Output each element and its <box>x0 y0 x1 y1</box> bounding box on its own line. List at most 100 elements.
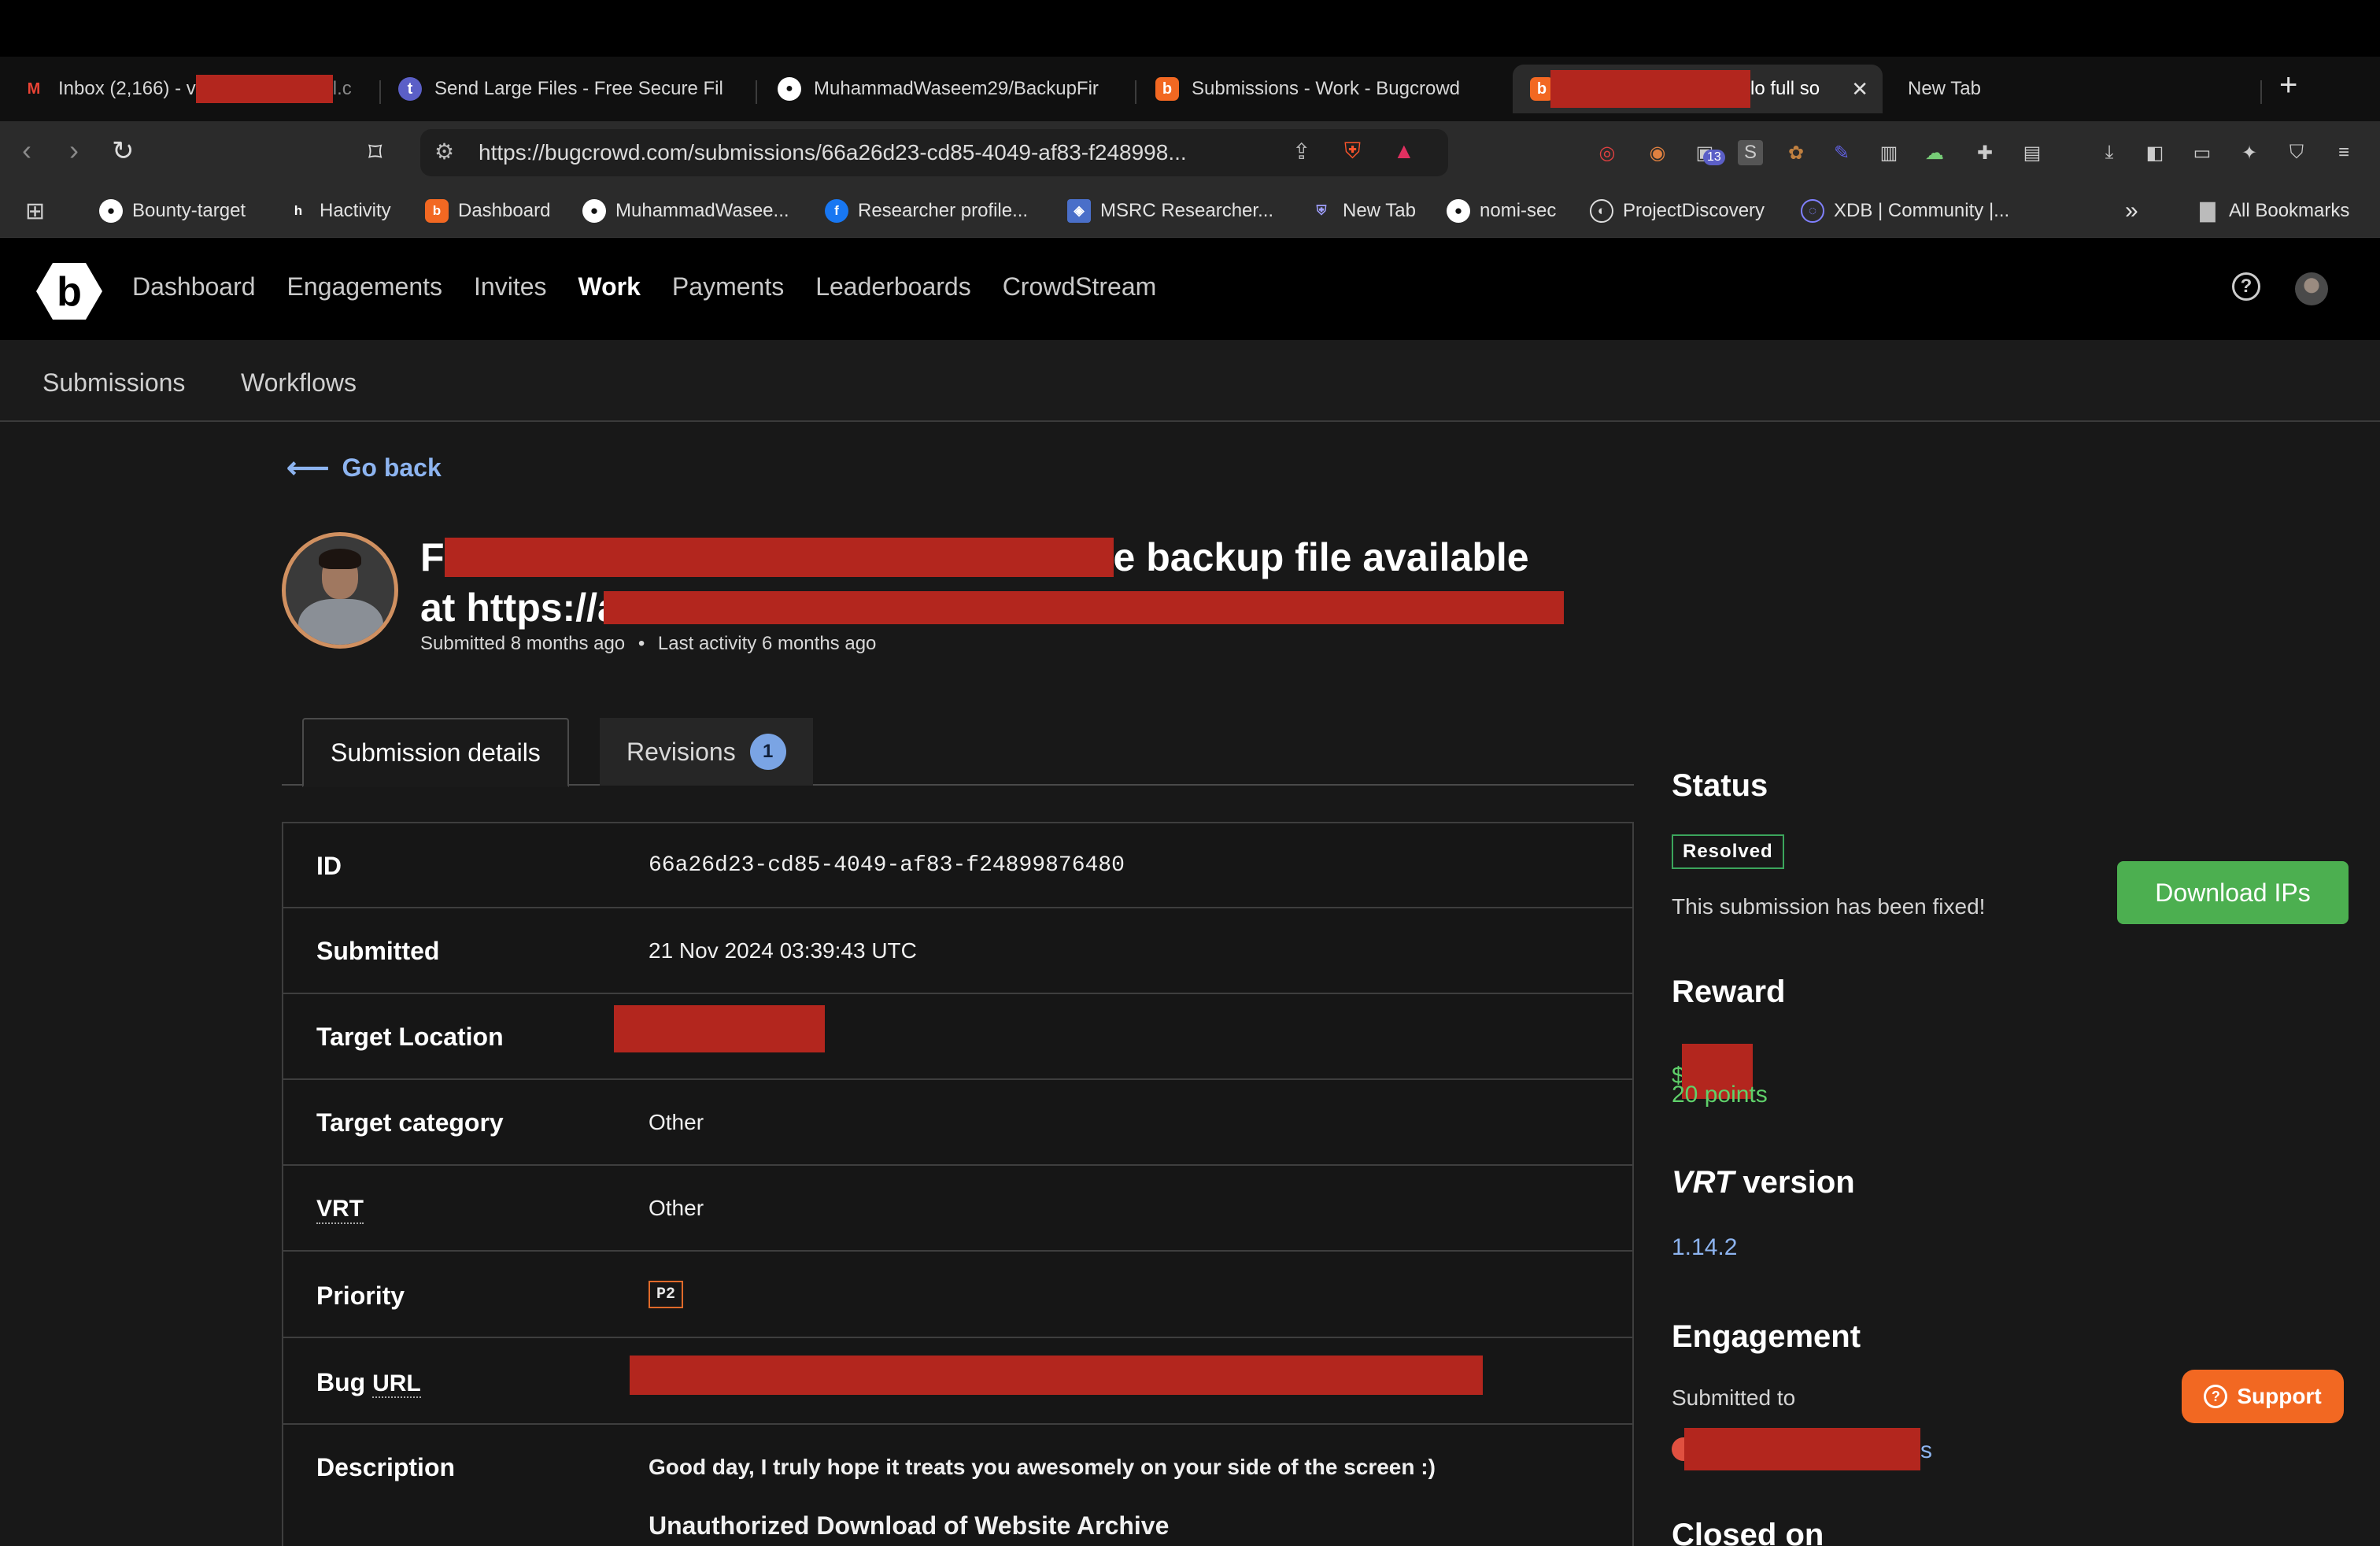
main-nav: Dashboard Engagements Invites Work Payme… <box>132 272 1156 301</box>
detail-row-target-location: Target Location <box>283 994 1632 1080</box>
forward-arrow-icon[interactable]: › <box>69 134 79 167</box>
detail-label: Priority <box>316 1282 405 1310</box>
nav-engagements[interactable]: Engagements <box>287 272 442 301</box>
submitted-to-label: Submitted to <box>1672 1385 1796 1410</box>
bookmark-label: Hactivity <box>320 200 391 221</box>
extension-icon[interactable]: ◉ <box>1645 140 1670 165</box>
tab-strip: M Inbox (2,166) - v l.c t Send Large Fil… <box>0 57 2380 121</box>
bugcrowd-logo[interactable]: b <box>36 261 102 321</box>
nav-dashboard[interactable]: Dashboard <box>132 272 256 301</box>
bookmark-item[interactable]: f Researcher profile... <box>825 197 1028 225</box>
user-avatar[interactable] <box>2295 272 2328 305</box>
brave-rewards-icon[interactable]: ▲ <box>1393 139 1415 164</box>
bookmark-label: Researcher profile... <box>858 200 1029 221</box>
apps-grid-icon[interactable]: ⊞ <box>25 197 45 225</box>
tab-send-large-files[interactable]: t Send Large Files - Free Secure Fil <box>398 65 738 113</box>
engagement-link[interactable]: s <box>1672 1428 1932 1470</box>
nav-payments[interactable]: Payments <box>672 272 784 301</box>
tab-new-tab[interactable]: New Tab <box>1908 65 2223 113</box>
go-back-label: Go back <box>342 453 442 482</box>
share-icon[interactable]: ⇪ <box>1292 139 1310 165</box>
leo-ai-icon[interactable]: ✦ <box>2237 140 2262 165</box>
tab-current[interactable]: b lo full so ✕ <box>1513 65 1883 113</box>
bookmark-item[interactable]: ● nomi-sec <box>1447 197 1556 225</box>
bookmark-label: nomi-sec <box>1480 200 1557 221</box>
reload-icon[interactable]: ↻ <box>112 135 135 167</box>
vpn-shield-icon[interactable]: ⛉ <box>2284 140 2309 165</box>
tab-label: Inbox (2,166) - v <box>58 78 196 99</box>
researcher-avatar[interactable] <box>282 532 398 649</box>
bookmark-item[interactable]: b Dashboard <box>425 197 550 225</box>
bookmark-item[interactable]: h Hactivity <box>286 197 391 225</box>
new-tab-plus-icon[interactable]: + <box>2279 68 2297 103</box>
bookmark-icon[interactable]: ⌑ <box>368 137 382 168</box>
download-ips-button[interactable]: Download IPs <box>2117 861 2349 924</box>
download-icon[interactable]: ⤓ <box>2097 140 2122 165</box>
more-bookmarks-chevron-icon[interactable]: » <box>2125 197 2138 225</box>
vrt-version-heading: VRT version <box>1672 1165 1855 1200</box>
browser-toolbar: ‹ › ↻ ⌑ ⚙ https://bugcrowd.com/submissio… <box>0 121 2380 184</box>
nav-leaderboards[interactable]: Leaderboards <box>815 272 970 301</box>
extension-badge: 13 <box>1703 150 1725 165</box>
extension-icon[interactable]: ✎ <box>1829 140 1854 165</box>
tab-github-backup[interactable]: ● MuhammadWaseem29/BackupFir <box>778 65 1118 113</box>
bugcrowd-icon: b <box>1155 77 1179 101</box>
site-settings-icon[interactable]: ⚙ <box>434 139 454 165</box>
bookmark-item[interactable]: ◈ MSRC Researcher... <box>1067 197 1273 225</box>
trash-icon[interactable]: ▥ <box>1876 140 1901 165</box>
tab-label-suffix: l.c <box>332 78 352 99</box>
nav-crowdstream[interactable]: CrowdStream <box>1003 272 1157 301</box>
tab-submission-details[interactable]: Submission details <box>302 718 569 787</box>
tab-separator <box>2260 80 2262 104</box>
url-text[interactable]: https://bugcrowd.com/submissions/66a26d2… <box>479 140 1187 165</box>
all-bookmarks[interactable]: ▇ All Bookmarks <box>2196 197 2350 225</box>
bookmark-label: MuhammadWasee... <box>615 200 789 221</box>
nav-work[interactable]: Work <box>578 272 641 301</box>
address-bar[interactable]: ⚙ https://bugcrowd.com/submissions/66a26… <box>420 129 1448 176</box>
arrow-left-icon: ⟵ <box>286 452 330 485</box>
extension-icon[interactable]: ☁ <box>1922 140 1947 165</box>
menu-icon[interactable]: ≡ <box>2331 140 2356 165</box>
avatar-body <box>298 599 383 645</box>
go-back-link[interactable]: ⟵ Go back <box>286 450 442 486</box>
extension-badge-icon[interactable]: 13▣ <box>1692 140 1725 165</box>
back-arrow-icon[interactable]: ‹ <box>22 134 31 167</box>
bookmark-item[interactable]: ● Bounty-target <box>99 197 246 225</box>
github-icon: ● <box>582 199 606 223</box>
bookmark-item[interactable]: ◌ XDB | Community |... <box>1801 197 2009 225</box>
redaction <box>195 75 333 103</box>
tab-submissions[interactable]: b Submissions - Work - Bugcrowd <box>1155 65 1495 113</box>
tab-label: lo full so <box>1750 78 1820 99</box>
bookmark-item[interactable]: ● MuhammadWasee... <box>582 197 789 225</box>
gmail-icon: M <box>27 80 41 98</box>
bookmark-item[interactable]: ⛨ New Tab <box>1310 197 1416 225</box>
help-icon[interactable]: ? <box>2232 272 2260 301</box>
nav-invites[interactable]: Invites <box>474 272 546 301</box>
tab-label: Submissions - Work - Bugcrowd <box>1192 78 1460 99</box>
subnav-workflows[interactable]: Workflows <box>241 368 357 398</box>
cookie-icon[interactable]: ✿ <box>1783 140 1809 165</box>
brave-shields-icon[interactable]: ⛨ <box>1344 139 1361 165</box>
detail-label: Submitted <box>316 937 440 965</box>
tab-label: Revisions <box>626 737 736 766</box>
puzzle-icon[interactable]: ✚ <box>1972 140 1998 165</box>
tab-separator <box>756 80 757 104</box>
detail-label: Bug URL <box>316 1368 421 1398</box>
tab-gmail[interactable]: M Inbox (2,166) - v l.c <box>22 65 362 113</box>
xdb-icon: ◌ <box>1801 199 1824 223</box>
redaction <box>1550 70 1750 108</box>
status-text: This submission has been fixed! <box>1672 894 1986 919</box>
tab-revisions[interactable]: Revisions 1 <box>600 718 813 786</box>
vrt-version-link[interactable]: 1.14.2 <box>1672 1234 1737 1261</box>
extension-icon[interactable]: ◎ <box>1595 140 1620 165</box>
bookmark-item[interactable]: ◐ ProjectDiscovery <box>1590 197 1765 225</box>
sidebar-icon[interactable]: ◧ <box>2142 140 2168 165</box>
wallet-icon[interactable]: ▭ <box>2190 140 2215 165</box>
close-tab-icon[interactable]: ✕ <box>1851 77 1868 102</box>
tab-separator <box>1135 80 1136 104</box>
extension-s-icon[interactable]: S <box>1738 140 1763 165</box>
subnav-submissions[interactable]: Submissions <box>42 368 185 398</box>
support-button[interactable]: ? Support <box>2182 1370 2344 1423</box>
reader-icon[interactable]: ▤ <box>2020 140 2045 165</box>
bookmark-label: Dashboard <box>458 200 551 221</box>
